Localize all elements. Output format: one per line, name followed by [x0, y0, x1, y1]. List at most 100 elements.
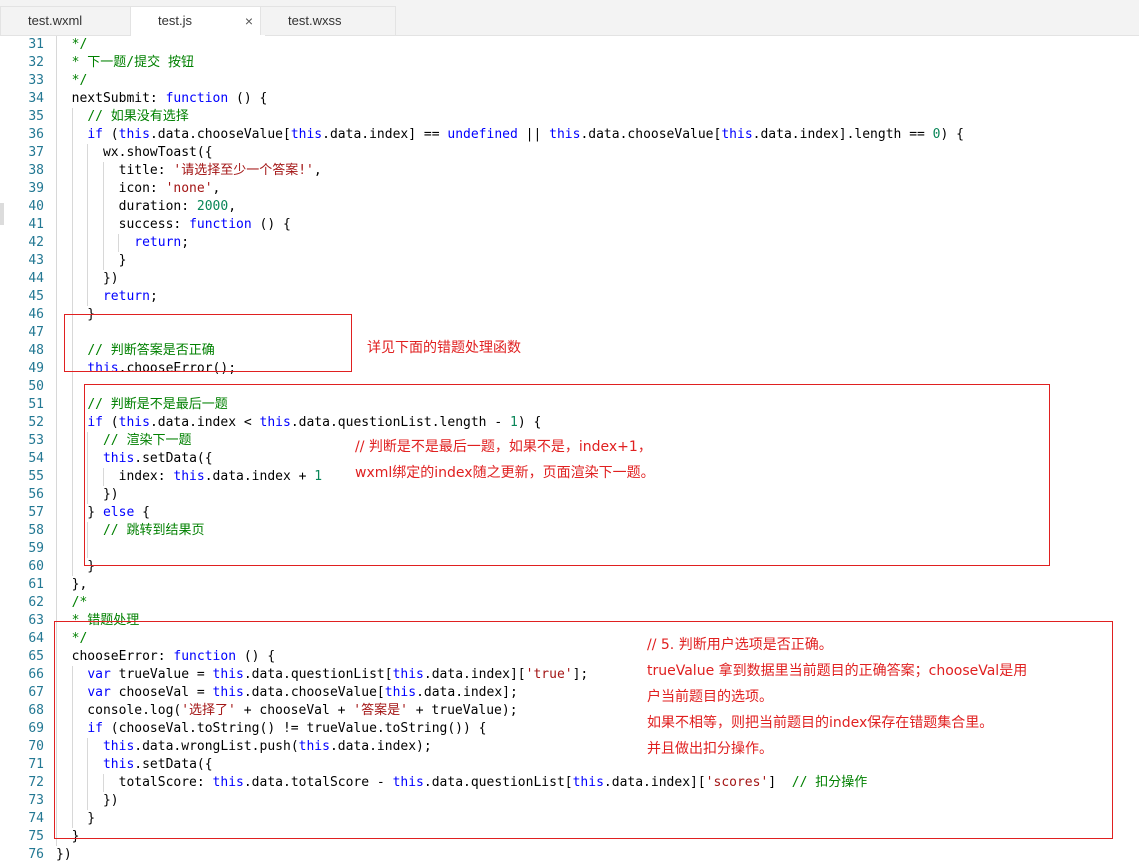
line-number: 70: [28, 739, 44, 754]
code-text: title: '请选择至少一个答案!',: [56, 162, 322, 180]
code-token: duration:: [56, 199, 197, 214]
tab-test-wxml[interactable]: test.wxml: [0, 6, 136, 35]
line-number: 72: [28, 775, 44, 790]
code-token: .data.chooseValue[: [149, 127, 291, 142]
editor-tab-bar: test.wxml test.js × test.wxss: [0, 0, 1139, 36]
code-text: icon: 'none',: [56, 180, 221, 198]
code-token: 2000: [196, 199, 229, 214]
code-token: ;: [149, 289, 158, 304]
tab-label: test.wxss: [288, 13, 342, 28]
line-number: 60: [28, 559, 44, 574]
code-token: ) {: [940, 127, 964, 142]
code-token: .data.chooseValue[: [580, 127, 722, 142]
code-token: }): [56, 271, 119, 286]
code-line[interactable]: 45 return;: [0, 288, 1139, 306]
code-token: if: [87, 127, 103, 142]
line-number: 49: [28, 361, 44, 376]
code-token: () {: [228, 91, 268, 106]
annotation-note-last-question: // 判断是不是最后一题，如果不是，index+1， wxml绑定的index随…: [355, 439, 655, 481]
line-number: 57: [28, 505, 44, 520]
code-text: },: [56, 576, 88, 594]
code-token: .data.index] ==: [322, 127, 448, 142]
code-line[interactable]: 44 }): [0, 270, 1139, 288]
code-line[interactable]: 36 if (this.data.chooseValue[this.data.i…: [0, 126, 1139, 144]
code-text: * 下一题/提交 按钮: [56, 54, 194, 72]
line-number: 74: [28, 811, 44, 826]
line-number: 44: [28, 271, 44, 286]
annotation-note-error-handling: // 5. 判断用户选项是否正确。 trueValue 拿到数据里当前题目的正确…: [647, 637, 1028, 757]
line-number: 56: [28, 487, 44, 502]
code-line[interactable]: 43 }: [0, 252, 1139, 270]
code-line[interactable]: 61 },: [0, 576, 1139, 594]
code-line[interactable]: 76}): [0, 846, 1139, 864]
code-token: }): [56, 847, 72, 862]
code-line[interactable]: 31 */: [0, 36, 1139, 54]
line-number: 67: [28, 685, 44, 700]
line-number: 55: [28, 469, 44, 484]
line-number: 47: [28, 325, 44, 340]
code-text: */: [56, 72, 88, 90]
tab-test-wxss[interactable]: test.wxss: [260, 6, 396, 35]
close-icon[interactable]: ×: [245, 7, 253, 35]
indent-guide: [71, 378, 73, 396]
line-number: 35: [28, 109, 44, 124]
line-number: 68: [28, 703, 44, 718]
line-number: 33: [28, 73, 44, 88]
code-line[interactable]: 38 title: '请选择至少一个答案!',: [0, 162, 1139, 180]
indent-guide: [56, 378, 57, 396]
code-text: return;: [56, 288, 158, 306]
code-text: */: [56, 36, 88, 54]
indent-guide: [71, 540, 73, 558]
code-token: * 下一题/提交 按钮: [56, 55, 194, 70]
code-text: nextSubmit: function () {: [56, 90, 268, 108]
line-number: 50: [28, 379, 44, 394]
code-text: if (this.data.chooseValue[this.data.inde…: [56, 126, 964, 144]
line-number: 58: [28, 523, 44, 538]
code-token: ,: [212, 181, 221, 196]
code-line[interactable]: 41 success: function () {: [0, 216, 1139, 234]
line-number: 36: [28, 127, 44, 142]
line-number: 66: [28, 667, 44, 682]
code-token: */: [56, 37, 88, 52]
code-line[interactable]: 34 nextSubmit: function () {: [0, 90, 1139, 108]
line-number: 31: [28, 37, 44, 52]
code-line[interactable]: 42 return;: [0, 234, 1139, 252]
code-token: 0: [932, 127, 941, 142]
code-token: (: [102, 127, 119, 142]
code-token: this: [118, 127, 150, 142]
code-line[interactable]: 62 /*: [0, 594, 1139, 612]
code-line[interactable]: 33 */: [0, 72, 1139, 90]
tab-test-js[interactable]: test.js ×: [130, 6, 266, 36]
tab-label: test.js: [158, 13, 192, 28]
line-number: 46: [28, 307, 44, 322]
line-number: 34: [28, 91, 44, 106]
code-token: */: [56, 73, 88, 88]
indent-guide: [56, 540, 57, 558]
code-line[interactable]: 39 icon: 'none',: [0, 180, 1139, 198]
code-line[interactable]: 32 * 下一题/提交 按钮: [0, 54, 1139, 72]
line-number: 39: [28, 181, 44, 196]
line-number: 54: [28, 451, 44, 466]
code-line[interactable]: 35 // 如果没有选择: [0, 108, 1139, 126]
code-token: }: [56, 253, 127, 268]
code-line[interactable]: 40 duration: 2000,: [0, 198, 1139, 216]
line-number: 65: [28, 649, 44, 664]
line-number: 76: [28, 847, 44, 862]
line-number: 45: [28, 289, 44, 304]
line-number: 48: [28, 343, 44, 358]
code-token: this: [549, 127, 581, 142]
code-text: }): [56, 270, 119, 288]
code-line[interactable]: 37 wx.showToast({: [0, 144, 1139, 162]
code-token: 'none': [165, 181, 213, 196]
code-token: '请选择至少一个答案!': [173, 163, 314, 178]
code-token: nextSubmit:: [56, 91, 166, 106]
code-token: title:: [56, 163, 174, 178]
code-text: }: [56, 252, 127, 270]
line-number: 43: [28, 253, 44, 268]
annotation-box-choose-error-call: [64, 314, 352, 372]
code-token: this: [290, 127, 323, 142]
line-number: 75: [28, 829, 44, 844]
code-token: success:: [56, 217, 190, 232]
